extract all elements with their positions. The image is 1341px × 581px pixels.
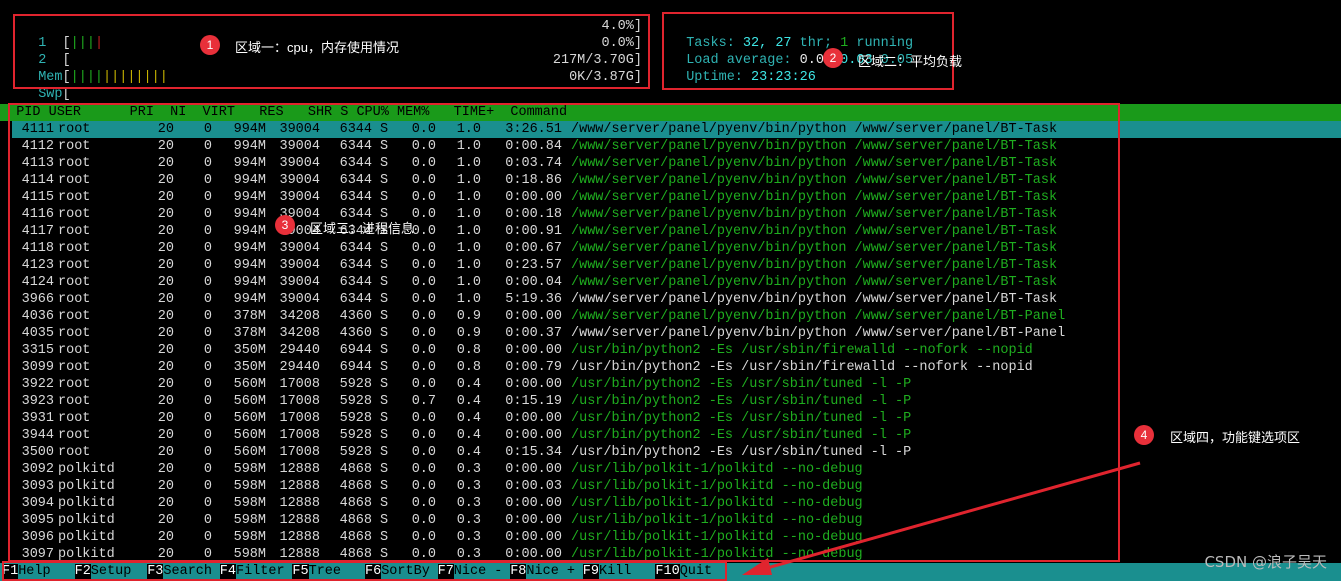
annotation-badge-1: 1	[200, 35, 220, 55]
annotation-badge-4: 4	[1134, 425, 1154, 445]
annotation-badge-2: 2	[823, 48, 843, 68]
annotation-note-3: 区域三：进程信息	[310, 221, 415, 236]
annotation-badge-3: 3	[275, 215, 295, 235]
annotation-note-4: 区域四，功能键选项区	[1170, 430, 1301, 445]
watermark: CSDN @浪子吴天	[1204, 553, 1327, 571]
swap-label: Swp	[38, 87, 63, 102]
area3-box	[8, 103, 1120, 562]
annotation-note-2: 区域二：平均负载	[858, 54, 963, 69]
area4-box	[2, 561, 727, 581]
annotation-note-1: 区域一：cpu，内存使用情况	[235, 40, 399, 55]
